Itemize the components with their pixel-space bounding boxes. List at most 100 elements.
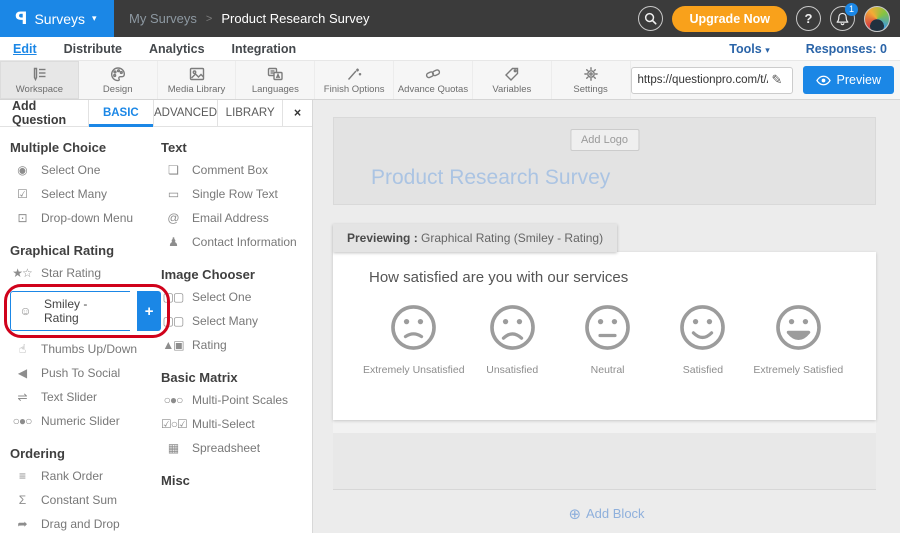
help-button[interactable]: ? (796, 6, 821, 31)
sidebar-item-image-select-many[interactable]: ▢▢Select Many (161, 309, 312, 333)
sidebar-item-comment-box[interactable]: ❏Comment Box (161, 158, 312, 182)
survey-title[interactable]: Product Research Survey (371, 166, 610, 190)
smiley-option-extremely-unsatisfied[interactable]: Extremely Unsatisfied (363, 304, 465, 376)
toolbar-media-library[interactable]: Media Library (158, 61, 237, 99)
tools-menu[interactable]: Tools ▾ (729, 42, 769, 56)
add-logo-button[interactable]: Add Logo (570, 129, 639, 151)
sidebar-item-push-to-social[interactable]: ◀Push To Social (10, 361, 161, 385)
preview-button[interactable]: Preview (803, 66, 894, 94)
sidebar-item-single-row-text[interactable]: ▭ Single Row Text (161, 182, 312, 206)
smiley-rating-scale: Extremely UnsatisfiedUnsatisfiedNeutralS… (363, 304, 846, 376)
single-row-text-icon: ▭ (161, 187, 185, 201)
smiley-label: Extremely Unsatisfied (363, 364, 465, 376)
survey-url-input[interactable] (638, 74, 768, 86)
sidebar-item-numeric-slider[interactable]: ○●○Numeric Slider (10, 409, 161, 433)
notifications-button[interactable]: 1 (830, 6, 855, 31)
sidebar-item-drag-and-drop[interactable]: ➦Drag and Drop (10, 512, 161, 533)
smiley-face-icon (775, 304, 822, 351)
select-many-icon: ☑ (10, 187, 34, 201)
nav-tab-analytics[interactable]: Analytics (149, 42, 205, 56)
sidebar-item-rank-order[interactable]: ≡Rank Order (10, 464, 161, 488)
nav-tab-edit[interactable]: Edit (13, 42, 37, 56)
sidebar-item-thumbs-up-down[interactable]: ☝Thumbs Up/Down (10, 337, 161, 361)
nav-tab-distribute[interactable]: Distribute (64, 42, 122, 56)
sidebar-item-multi-point-scales[interactable]: ○●○ Multi-Point Scales (161, 388, 312, 412)
section-title-ordering: Ordering (10, 446, 161, 461)
breadcrumb-my-surveys[interactable]: My Surveys (129, 11, 197, 26)
smiley-option-extremely-satisfied[interactable]: Extremely Satisfied (751, 304, 846, 376)
responses-count[interactable]: Responses: 0 (806, 42, 887, 56)
drag-and-drop-icon: ➦ (10, 517, 34, 531)
palette-icon (109, 66, 127, 82)
sidebar-item-text-slider[interactable]: ⇌Text Slider (10, 385, 161, 409)
sidebar-item-star-rating[interactable]: ★☆Star Rating (10, 261, 161, 285)
chevron-down-icon: ▾ (765, 45, 770, 55)
toolbar-advance-quotas[interactable]: Advance Quotas (394, 61, 473, 99)
close-panel-button[interactable]: × (282, 100, 312, 126)
nav-tab-integration[interactable]: Integration (232, 42, 297, 56)
eye-icon (816, 75, 831, 86)
sidebar-item-label: Single Row Text (192, 187, 278, 201)
tab-advanced[interactable]: ADVANCED (153, 100, 218, 126)
sidebar-item-contact-information[interactable]: ♟Contact Information (161, 230, 312, 254)
sidebar-item-label: Multi-Point Scales (192, 393, 288, 407)
builder-toolbar: Workspace Design Media Library Languages… (0, 60, 900, 100)
sidebar-item-constant-sum[interactable]: Σ Constant Sum (10, 488, 161, 512)
numeric-slider-icon: ○●○ (10, 414, 34, 428)
toolbar-design[interactable]: Design (79, 61, 158, 99)
app-menu-surveys[interactable]: P Surveys ▾ (0, 0, 114, 37)
smiley-option-satisfied[interactable]: Satisfied (655, 304, 750, 376)
previewing-value: Graphical Rating (Smiley - Rating) (418, 231, 603, 245)
workspace-icon (30, 66, 48, 82)
add-block-button[interactable]: ⊕Add Block (313, 505, 900, 523)
sidebar-item-label: Rank Order (41, 469, 103, 483)
smiley-option-neutral[interactable]: Neutral (560, 304, 655, 376)
app-menu-label: Surveys (34, 11, 85, 27)
upgrade-now-button[interactable]: Upgrade Now (672, 6, 787, 32)
question-types-column-2: Text❏Comment Box▭Single Row Text@Email A… (161, 127, 312, 533)
toolbar-workspace[interactable]: Workspace (0, 61, 79, 99)
smiley-face-icon (679, 304, 726, 351)
toolbar-finish-options[interactable]: Finish Options (315, 61, 394, 99)
sidebar-item-label: Select One (41, 163, 100, 177)
tab-library[interactable]: LIBRARY (217, 100, 282, 126)
sidebar-item-image-select-one[interactable]: ▢▢Select One (161, 285, 312, 309)
question-card[interactable]: How satisfied are you with our services … (333, 252, 876, 420)
smiley-option-unsatisfied[interactable]: Unsatisfied (465, 304, 560, 376)
text-slider-icon: ⇌ (10, 390, 34, 404)
survey-url-field[interactable]: ✎ (631, 67, 793, 94)
breadcrumb: My Surveys > Product Research Survey (129, 11, 369, 26)
breadcrumb-current-survey: Product Research Survey (221, 11, 369, 26)
section-title-image-chooser: Image Chooser (161, 267, 312, 282)
section-title-graphical-rating: Graphical Rating (10, 243, 161, 258)
sidebar-item-multi-select[interactable]: ☑○☑Multi-Select (161, 412, 312, 436)
edit-url-pencil-icon[interactable]: ✎ (772, 72, 783, 88)
add-question-plus-button[interactable]: + (137, 291, 161, 331)
gear-icon (582, 66, 600, 82)
user-avatar[interactable] (864, 6, 890, 32)
sidebar-item-email-address[interactable]: @ Email Address (161, 206, 312, 230)
sidebar-item-label: Email Address (192, 211, 269, 225)
search-button[interactable] (638, 6, 663, 31)
toolbar-settings[interactable]: Settings (552, 61, 631, 99)
sidebar-item-smiley-rating[interactable]: ☺Smiley - Rating+ (10, 291, 161, 331)
sidebar-item-select-one[interactable]: ◉Select One (10, 158, 161, 182)
sidebar-item-select-many[interactable]: ☑Select Many (10, 182, 161, 206)
toolbar-languages[interactable]: Languages (236, 61, 315, 99)
sidebar-item-label: Smiley - Rating (44, 297, 124, 325)
notification-count-badge: 1 (845, 3, 858, 16)
email-address-icon: @ (161, 211, 185, 225)
constant-sum-icon: Σ (10, 493, 34, 507)
sidebar-item-label: Thumbs Up/Down (41, 342, 137, 356)
sidebar-item-spreadsheet[interactable]: ▦Spreadsheet (161, 436, 312, 460)
tab-basic[interactable]: BASIC (88, 100, 153, 126)
tag-icon (503, 66, 521, 82)
survey-header-block[interactable]: Add Logo Product Research Survey (333, 117, 876, 205)
sidebar-item-label: Constant Sum (41, 493, 117, 507)
toolbar-variables[interactable]: Variables (473, 61, 552, 99)
question-block: Previewing : Graphical Rating (Smiley - … (333, 208, 876, 490)
sidebar-item-drop-down-menu[interactable]: ⊡Drop-down Menu (10, 206, 161, 230)
sidebar-item-label: Drop-down Menu (41, 211, 133, 225)
sidebar-item-image-rating[interactable]: ▲▣Rating (161, 333, 312, 357)
multi-point-scales-icon: ○●○ (161, 393, 185, 407)
